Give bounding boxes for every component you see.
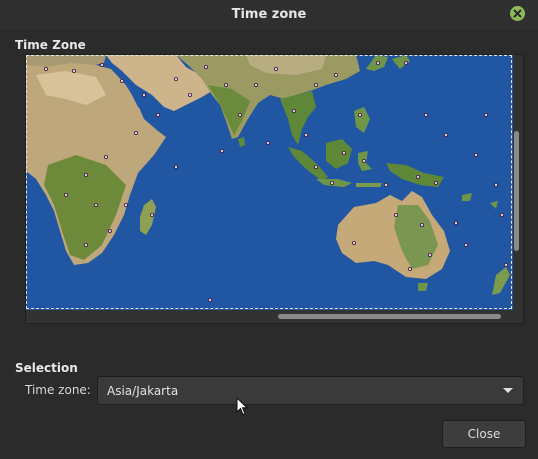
window-close-button[interactable] xyxy=(510,6,525,21)
time-zone-heading: Time Zone xyxy=(15,38,86,52)
timezone-value: Asia/Jakarta xyxy=(107,384,179,398)
title-bar: Time zone xyxy=(0,0,538,31)
close-button[interactable]: Close xyxy=(442,420,526,448)
horizontal-scrollbar[interactable] xyxy=(278,314,501,319)
selection-heading: Selection xyxy=(15,361,78,375)
mouse-cursor xyxy=(236,397,249,416)
world-map[interactable] xyxy=(26,55,513,310)
close-icon xyxy=(513,9,522,18)
window-title: Time zone xyxy=(231,7,307,22)
timezone-dropdown[interactable]: Asia/Jakarta xyxy=(97,376,524,405)
chevron-down-icon xyxy=(503,388,513,393)
vertical-scrollbar[interactable] xyxy=(514,131,519,251)
timezone-label: Time zone: xyxy=(25,383,91,397)
